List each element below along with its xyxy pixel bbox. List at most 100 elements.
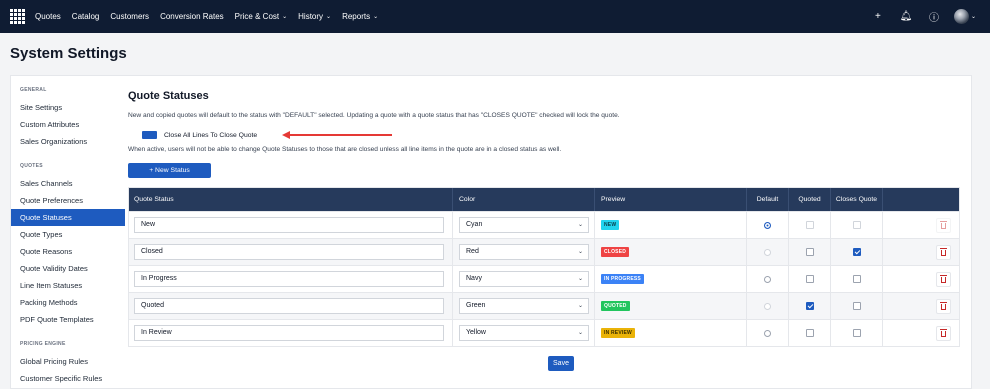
quoted-checkbox[interactable] bbox=[805, 275, 814, 283]
top-navbar: Quotes Catalog Customers Conversion Rates Pr… bbox=[0, 0, 990, 33]
delete-button[interactable] bbox=[936, 271, 951, 287]
closes-quote-checkbox[interactable] bbox=[852, 329, 861, 337]
delete-button[interactable] bbox=[936, 244, 951, 260]
table-row: In Progress Navy ⌄ IN PROGRESS bbox=[129, 265, 959, 292]
sidebar-item-quote-reasons[interactable]: Quote Reasons bbox=[11, 243, 125, 260]
trash-icon bbox=[940, 248, 947, 256]
sidebar-item-custom-attributes[interactable]: Custom Attributes bbox=[11, 116, 125, 133]
default-radio[interactable] bbox=[764, 275, 771, 283]
status-name-input[interactable]: Quoted bbox=[134, 298, 444, 314]
color-cell: Green ⌄ bbox=[452, 293, 594, 319]
closes-quote-checkbox[interactable] bbox=[852, 248, 861, 256]
close-lines-toggle-row[interactable]: Close All Lines To Close Quote bbox=[142, 131, 257, 139]
color-select[interactable]: Yellow ⌄ bbox=[459, 325, 589, 341]
trash-icon bbox=[940, 221, 947, 229]
quoted-checkbox[interactable] bbox=[805, 329, 814, 337]
status-name-input[interactable]: In Progress bbox=[134, 271, 444, 287]
color-cell: Yellow ⌄ bbox=[452, 320, 594, 346]
close-lines-toggle-label: Close All Lines To Close Quote bbox=[164, 131, 258, 139]
default-radio[interactable] bbox=[764, 221, 771, 229]
nav-item-quotes[interactable]: Quotes bbox=[35, 12, 61, 21]
trash-icon bbox=[940, 302, 947, 310]
quoted-checkbox[interactable] bbox=[805, 221, 814, 229]
nav-item-price-cost[interactable]: Price & Cost ⌄ bbox=[235, 12, 288, 21]
plus-icon[interactable]: + bbox=[864, 11, 892, 22]
closes-quote-cell bbox=[830, 293, 882, 319]
sidebar-item-quote-preferences[interactable]: Quote Preferences bbox=[11, 192, 125, 209]
color-select[interactable]: Cyan ⌄ bbox=[459, 217, 589, 233]
delete-button[interactable] bbox=[936, 325, 951, 341]
new-status-button[interactable]: + New Status bbox=[128, 163, 211, 178]
quoted-checkbox[interactable] bbox=[805, 302, 814, 310]
save-button[interactable]: Save bbox=[548, 356, 574, 371]
sidebar-item-quote-validity-dates[interactable]: Quote Validity Dates bbox=[11, 260, 125, 277]
close-lines-toggle[interactable] bbox=[142, 131, 157, 139]
default-radio[interactable] bbox=[764, 329, 771, 337]
nav-item-catalog[interactable]: Catalog bbox=[72, 12, 100, 21]
color-cell: Navy ⌄ bbox=[452, 266, 594, 292]
nav-item-label: Price & Cost bbox=[234, 12, 280, 21]
toggle-note: When active, users will not be able to c… bbox=[128, 146, 562, 153]
nav-item-history[interactable]: History ⌄ bbox=[298, 12, 331, 21]
sidebar-item-site-settings[interactable]: Site Settings bbox=[11, 99, 125, 116]
sidebar-item-quote-statuses[interactable]: Quote Statuses bbox=[11, 209, 125, 226]
page-body: System Settings GENERAL Site Settings Cust… bbox=[0, 33, 990, 389]
chevron-down-icon: ⌄ bbox=[326, 14, 332, 20]
sidebar-item-global-pricing-rules[interactable]: Global Pricing Rules bbox=[11, 353, 125, 370]
chevron-down-icon[interactable]: ⌄ bbox=[971, 13, 976, 20]
sidebar-item-pdf-quote-templates[interactable]: PDF Quote Templates bbox=[11, 311, 125, 328]
closes-quote-cell bbox=[830, 212, 882, 238]
sidebar-item-line-item-statuses[interactable]: Line Item Statuses bbox=[11, 277, 125, 294]
closes-quote-cell bbox=[830, 320, 882, 346]
bell-icon[interactable]: 🔔︎ bbox=[892, 11, 920, 22]
avatar[interactable] bbox=[953, 9, 969, 24]
default-radio[interactable] bbox=[764, 302, 771, 310]
status-name-cell: In Review bbox=[129, 320, 452, 346]
status-name-input[interactable]: In Review bbox=[134, 325, 444, 341]
status-name-input[interactable]: Closed bbox=[134, 244, 444, 260]
chevron-down-icon: ⌄ bbox=[577, 222, 583, 228]
settings-content: Quote Statuses New and copied quotes wil… bbox=[128, 76, 971, 390]
closes-quote-checkbox[interactable] bbox=[852, 221, 861, 229]
sidebar-item-sales-organizations[interactable]: Sales Organizations bbox=[11, 133, 125, 150]
header-color: Color bbox=[452, 188, 594, 211]
quoted-cell bbox=[788, 212, 830, 238]
quoted-cell bbox=[788, 266, 830, 292]
quoted-checkbox[interactable] bbox=[805, 248, 814, 256]
header-default: Default bbox=[746, 188, 788, 211]
color-select-value: Red bbox=[466, 248, 479, 255]
sidebar-item-sales-channels[interactable]: Sales Channels bbox=[11, 175, 125, 192]
preview-cell: NEW bbox=[594, 212, 746, 238]
default-radio[interactable] bbox=[764, 248, 771, 256]
section-title: Quote Statuses bbox=[128, 90, 209, 102]
status-name-cell: In Progress bbox=[129, 266, 452, 292]
nav-item-reports[interactable]: Reports ⌄ bbox=[342, 12, 378, 21]
sidebar-item-customer-specific-rules[interactable]: Customer Specific Rules bbox=[11, 370, 125, 387]
closes-quote-checkbox[interactable] bbox=[852, 275, 861, 283]
settings-card: GENERAL Site Settings Custom Attributes Sal… bbox=[10, 75, 972, 389]
color-select[interactable]: Green ⌄ bbox=[459, 298, 589, 314]
preview-cell: CLOSED bbox=[594, 239, 746, 265]
app-logo-icon[interactable] bbox=[10, 9, 25, 24]
closes-quote-cell bbox=[830, 239, 882, 265]
actions-cell bbox=[882, 266, 959, 292]
section-description: New and copied quotes will default to th… bbox=[128, 112, 620, 119]
delete-button[interactable] bbox=[936, 298, 951, 314]
table-row: New Cyan ⌄ NEW bbox=[129, 211, 959, 238]
closes-quote-checkbox[interactable] bbox=[852, 302, 861, 310]
color-select[interactable]: Navy ⌄ bbox=[459, 271, 589, 287]
nav-item-customers[interactable]: Customers bbox=[110, 12, 149, 21]
color-select-value: Yellow bbox=[466, 329, 486, 336]
settings-sidebar: GENERAL Site Settings Custom Attributes Sal… bbox=[11, 76, 125, 390]
chevron-down-icon: ⌄ bbox=[577, 249, 583, 255]
status-name-input[interactable]: New bbox=[134, 217, 444, 233]
header-quoted: Quoted bbox=[788, 188, 830, 211]
color-select[interactable]: Red ⌄ bbox=[459, 244, 589, 260]
sidebar-item-quote-types[interactable]: Quote Types bbox=[11, 226, 125, 243]
default-cell bbox=[746, 266, 788, 292]
nav-item-conversion-rates[interactable]: Conversion Rates bbox=[160, 12, 224, 21]
delete-button[interactable] bbox=[936, 217, 951, 233]
actions-cell bbox=[882, 239, 959, 265]
help-icon[interactable]: ⓘ bbox=[920, 9, 948, 24]
sidebar-item-packing-methods[interactable]: Packing Methods bbox=[11, 294, 125, 311]
